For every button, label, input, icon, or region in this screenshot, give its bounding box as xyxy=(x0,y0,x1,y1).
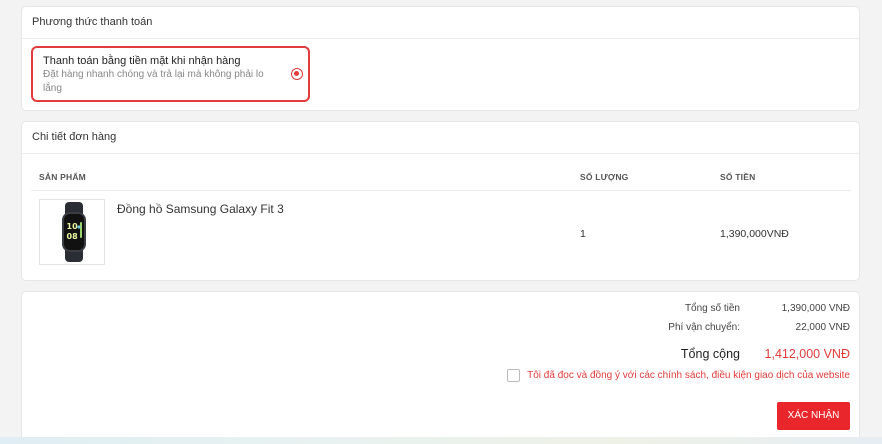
cod-option-title: Thanh toán bằng tiền mặt khi nhận hàng xyxy=(43,55,241,67)
product-price: 1,390,000VNĐ xyxy=(720,228,789,240)
total-value: 1,412,000 VNĐ xyxy=(764,347,850,361)
column-header-product: SẢN PHẨM xyxy=(39,172,86,182)
terms-checkbox[interactable] xyxy=(507,369,521,382)
product-image[interactable]: 10 08 xyxy=(39,199,105,265)
order-detail-header: Chi tiết đơn hàng xyxy=(22,122,859,154)
subtotal-value: 1,390,000 VNĐ xyxy=(781,303,850,314)
subtotal-label: Tổng số tiền xyxy=(684,303,740,314)
product-quantity: 1 xyxy=(580,228,586,240)
terms-agreement[interactable]: Tôi đã đọc và đồng ý với các chính sách,… xyxy=(507,369,850,382)
total-label: Tổng cộng xyxy=(680,347,740,361)
payment-method-header: Phương thức thanh toán xyxy=(22,7,859,39)
shipping-label: Phí vận chuyển: xyxy=(668,322,740,333)
cod-payment-option[interactable]: Thanh toán bằng tiền mặt khi nhận hàng Đ… xyxy=(31,46,310,102)
svg-text:08: 08 xyxy=(67,232,79,241)
terms-agreement-text[interactable]: Tôi đã đọc và đồng ý với các chính sách,… xyxy=(527,370,850,381)
subtotal-row: Tổng số tiền 1,390,000 VNĐ xyxy=(685,303,850,314)
cod-option-description: Đặt hàng nhanh chóng và trả lại mà không… xyxy=(43,69,264,94)
column-header-quantity: SỐ LƯỢNG xyxy=(580,172,629,182)
column-header-amount: SỐ TIỀN xyxy=(720,172,756,182)
shipping-value: 22,000 VNĐ xyxy=(795,322,850,333)
shipping-row: Phí vận chuyển: 22,000 VNĐ xyxy=(668,322,850,333)
page-bottom-background xyxy=(0,437,882,444)
order-summary-card: Tổng số tiền 1,390,000 VNĐ Phí vận chuyể… xyxy=(21,291,860,444)
svg-text:10: 10 xyxy=(67,222,79,231)
table-divider xyxy=(31,190,851,191)
smartwatch-icon: 10 08 xyxy=(62,202,86,262)
confirm-button[interactable]: XÁC NHẬN xyxy=(777,402,850,430)
cod-radio-button[interactable] xyxy=(291,68,303,80)
product-name[interactable]: Đồng hồ Samsung Galaxy Fit 3 xyxy=(117,202,284,216)
total-row: Tổng cộng 1,412,000 VNĐ xyxy=(681,347,850,361)
payment-method-card: Phương thức thanh toán Thanh toán bằng t… xyxy=(21,6,860,111)
order-detail-card: Chi tiết đơn hàng SẢN PHẨM SỐ LƯỢNG SỐ T… xyxy=(21,121,860,281)
